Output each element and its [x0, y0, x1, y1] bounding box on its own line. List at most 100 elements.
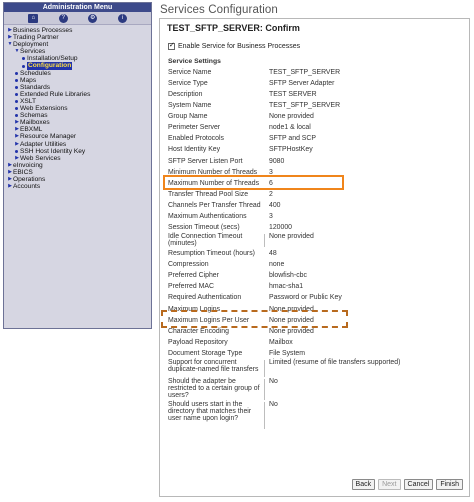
setting-value: hmac-sha1 [269, 282, 304, 290]
settings-row: Session Timeout (secs) 120000 [167, 222, 467, 233]
settings-row: Maximum Authentications 3 [167, 211, 467, 222]
setting-value: node1 & local [269, 123, 311, 131]
setting-label: Payload Repository [168, 338, 228, 346]
nav-item[interactable]: ▶ eInvoicing [4, 162, 151, 169]
next-button[interactable]: Next [378, 479, 401, 490]
nav-item-label: EBXML [20, 126, 43, 134]
setting-value: No [269, 401, 278, 408]
setting-label: Compression [168, 260, 209, 268]
settings-row: Compression none [167, 259, 467, 270]
nav-item[interactable]: Configuration [4, 62, 151, 70]
nav-item[interactable]: XSLT [4, 98, 151, 105]
nav-item[interactable]: Schemas [4, 112, 151, 119]
setting-label: Preferred Cipher [168, 271, 219, 279]
nav-item[interactable]: ▶ Adapter Utilities [4, 141, 151, 148]
confirm-panel: TEST_SFTP_SERVER: Confirm Enable Service… [159, 18, 470, 497]
nav-item[interactable]: Schedules [4, 70, 151, 77]
nav-item-label: EBICS [13, 168, 33, 176]
tools-icon[interactable]: ⚙ [88, 13, 98, 23]
help-icon[interactable]: ? [58, 13, 68, 23]
nav-item-label: Accounts [13, 183, 41, 191]
bullet-icon [15, 99, 18, 103]
setting-value: TEST SERVER [269, 90, 317, 98]
setting-label: Should users start in the directory that… [168, 401, 252, 423]
nav-item[interactable]: ▶ Trading Partner [4, 34, 151, 41]
settings-row: Transfer Thread Pool Size 2 [167, 189, 467, 200]
bullet-icon [22, 57, 25, 61]
setting-value: 9080 [269, 157, 285, 165]
setting-label: Support for concurrent duplicate-named f… [168, 359, 259, 374]
bullet-icon [15, 149, 18, 153]
nav-item[interactable]: Extended Rule Libraries [4, 91, 151, 98]
nav-item-label: Adapter Utilities [20, 140, 67, 148]
setting-value: 2 [269, 190, 273, 198]
setting-label: Description [168, 90, 203, 98]
setting-value: blowfish-cbc [269, 271, 307, 279]
nav-item-label: Standards [20, 83, 51, 91]
setting-label: Host Identity Key [168, 146, 221, 154]
nav-item-label: SSH Host Identity Key [20, 147, 86, 155]
nav-item[interactable]: ▶ EBXML [4, 126, 151, 133]
settings-row: Service Type SFTP Server Adapter [167, 78, 467, 89]
column-divider [264, 379, 265, 400]
nav-item[interactable]: ▶ Business Processes [4, 27, 151, 34]
setting-value: Limited (resume of file transfers suppor… [269, 359, 401, 366]
nav-item[interactable]: Installation/Setup [4, 55, 151, 62]
nav-item-label: Extended Rule Libraries [20, 90, 91, 98]
setting-label: Resumption Timeout (hours) [168, 249, 255, 257]
nav-item[interactable]: ▶ Accounts [4, 183, 151, 190]
setting-label: Session Timeout (secs) [168, 223, 240, 231]
settings-row: Enabled Protocols SFTP and SCP [167, 133, 467, 144]
nav-item-label: Web Extensions [20, 105, 68, 113]
bullet-icon [15, 71, 18, 75]
admin-menu: Administration Menu ⌂ ? ⚙ i ▶ Business Pr… [3, 2, 152, 329]
bullet-icon [15, 114, 18, 118]
nav-item[interactable]: ▼ Deployment [4, 41, 151, 48]
settings-row: Payload Repository Mailbox [167, 337, 467, 348]
nav-item[interactable]: Standards [4, 84, 151, 91]
setting-label: Enabled Protocols [168, 134, 224, 142]
nav-item[interactable]: ▼ Services [4, 48, 151, 55]
setting-label: Idle Connection Timeout (minutes) [168, 233, 243, 248]
nav-item-label: Services [20, 48, 46, 56]
setting-label: Group Name [168, 112, 208, 120]
nav-item[interactable]: ▶ EBICS [4, 169, 151, 176]
settings-row: Description TEST SERVER [167, 89, 467, 100]
enable-service-checkbox[interactable] [168, 41, 175, 50]
setting-value: TEST_SFTP_SERVER [269, 101, 341, 109]
enable-service-row: Enable Service for Business Processes [168, 41, 300, 50]
home-icon[interactable]: ⌂ [28, 13, 39, 23]
settings-row: Document Storage Type File System [167, 348, 467, 359]
back-button[interactable]: Back [351, 479, 376, 490]
nav-item[interactable]: Web Extensions [4, 105, 151, 112]
nav-item-label: eInvoicing [13, 161, 43, 169]
nav-item-label: Operations [13, 175, 46, 183]
panel-title: TEST_SFTP_SERVER: Confirm [167, 23, 300, 33]
setting-label: Channels Per Transfer Thread [168, 201, 261, 209]
nav-item[interactable]: ▶ Operations [4, 176, 151, 183]
setting-label: Document Storage Type [168, 349, 243, 357]
nav-item[interactable]: Maps [4, 77, 151, 84]
bullet-icon [15, 92, 18, 96]
nav-item-label: Configuration [27, 62, 73, 70]
nav-item[interactable]: ▶ Resource Manager [4, 133, 151, 140]
setting-value: File System [269, 349, 305, 357]
host-identity-key-highlight [163, 175, 344, 190]
info-icon[interactable]: i [117, 13, 127, 23]
setting-value: 3 [269, 212, 273, 220]
column-divider [264, 402, 265, 429]
setting-value: SFTPHostKey [269, 146, 313, 154]
nav-item-label: Schedules [20, 69, 51, 77]
settings-row: System Name TEST_SFTP_SERVER [167, 100, 467, 111]
column-divider [264, 234, 265, 247]
setting-value: None provided [269, 233, 314, 240]
nav-item[interactable]: ▶ Mailboxes [4, 119, 151, 126]
nav-item[interactable]: ▶ Web Services [4, 155, 151, 162]
finish-button[interactable]: Finish [436, 479, 463, 490]
nav-item-label: Resource Manager [20, 133, 77, 141]
nav-item[interactable]: SSH Host Identity Key [4, 148, 151, 155]
cancel-button[interactable]: Cancel [403, 479, 434, 490]
settings-row: SFTP Server Listen Port 9080 [167, 156, 467, 167]
setting-value: No [269, 378, 278, 385]
setting-label: Required Authentication [168, 294, 242, 302]
